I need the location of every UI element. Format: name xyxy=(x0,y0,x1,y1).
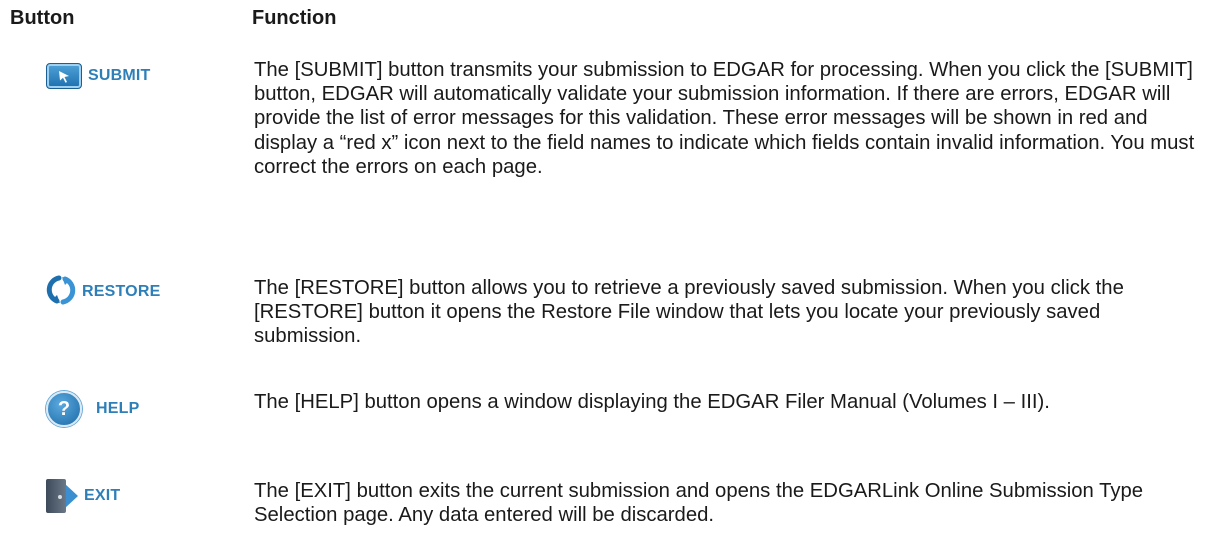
exit-description: The [EXIT] button exits the current subm… xyxy=(254,480,1144,527)
restore-button-label: RESTORE xyxy=(82,283,161,300)
exit-button[interactable]: EXIT xyxy=(46,477,120,515)
button-function-table: Button Function SUBMIT The [SUBMIT] butt… xyxy=(0,0,1210,552)
column-header-function: Function xyxy=(252,7,337,29)
door-icon xyxy=(46,479,66,513)
help-icon: ? xyxy=(46,391,82,427)
column-header-button: Button xyxy=(10,7,75,29)
submit-description: The [SUBMIT] button transmits your submi… xyxy=(254,59,1195,178)
submit-icon xyxy=(46,63,82,89)
help-button[interactable]: ? HELP xyxy=(46,391,140,427)
restore-icon xyxy=(46,274,76,311)
restore-button[interactable]: RESTORE xyxy=(46,274,161,311)
help-description: The [HELP] button opens a window display… xyxy=(254,391,1050,413)
exit-icon xyxy=(46,479,78,513)
arrow-right-icon xyxy=(64,483,78,509)
submit-button-label: SUBMIT xyxy=(88,67,151,84)
restore-description: The [RESTORE] button allows you to retri… xyxy=(254,277,1124,348)
help-button-label: HELP xyxy=(96,400,140,417)
submit-button[interactable]: SUBMIT xyxy=(46,60,151,92)
exit-button-label: EXIT xyxy=(84,487,121,504)
